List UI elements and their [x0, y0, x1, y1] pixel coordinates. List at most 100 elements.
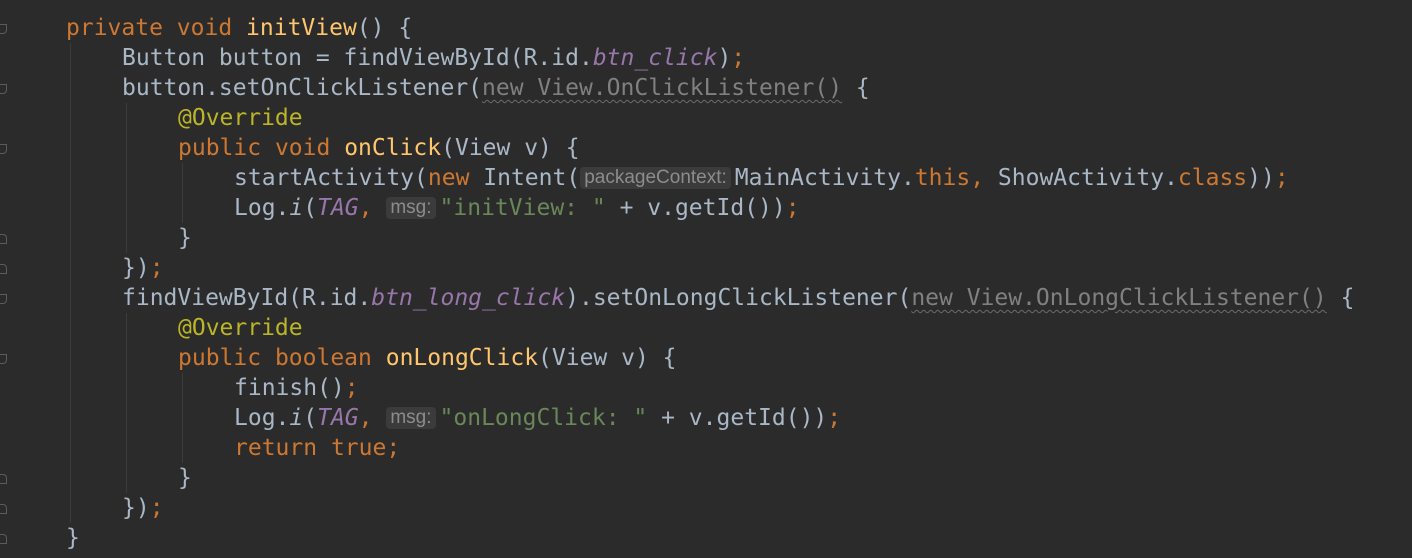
code-token: (: [303, 195, 318, 221]
code-line[interactable]: Button button = findViewById(R.id.btn_cl…: [122, 43, 745, 73]
code-token: @Override: [178, 105, 303, 131]
fold-close-icon[interactable]: [0, 504, 7, 514]
code-token: finish(): [234, 375, 345, 401]
indent-guide: [70, 43, 71, 523]
code-line[interactable]: button.setOnClickListener(new View.OnCli…: [122, 73, 870, 103]
code-token: Intent(: [483, 165, 581, 191]
code-line[interactable]: Log.i(TAG, msg: "onLongClick: " + v.getId…: [234, 403, 841, 433]
code-token: initView: [246, 15, 357, 41]
fold-open-icon[interactable]: [0, 294, 7, 304]
code-token: Log.: [234, 195, 290, 221]
code-token: new View.OnLongClickListener(): [911, 285, 1327, 311]
fold-gutter: [0, 0, 14, 558]
indent-guide: [182, 163, 183, 223]
indent-guide: [126, 103, 127, 253]
code-token: }): [122, 255, 150, 281]
code-token: ;: [731, 45, 746, 71]
fold-close-icon[interactable]: [0, 474, 7, 484]
parameter-hint: packageContext:: [580, 167, 731, 189]
code-token: button.setOnClickListener(: [122, 75, 483, 101]
code-token: btn_long_click: [371, 285, 566, 311]
code-token: (: [303, 405, 318, 431]
code-token: ;: [344, 375, 359, 401]
code-token: ;: [149, 255, 164, 281]
fold-open-icon[interactable]: [0, 354, 7, 364]
code-token: i: [289, 405, 304, 431]
code-token: boolean: [274, 345, 386, 371]
code-token: TAG: [317, 405, 359, 431]
code-token: ;: [386, 435, 401, 461]
code-token: (View v) {: [538, 345, 677, 371]
code-token: this: [914, 165, 971, 191]
code-token: ;: [785, 195, 800, 221]
code-token: onClick: [344, 135, 442, 161]
code-line[interactable]: });: [122, 493, 164, 523]
code-line[interactable]: finish();: [234, 373, 359, 403]
fold-open-icon[interactable]: [0, 144, 7, 154]
code-line[interactable]: private void initView() {: [66, 13, 412, 43]
code-token: }): [122, 495, 150, 521]
code-token: new View.OnClickListener(): [482, 75, 843, 101]
indent-guide: [126, 313, 127, 493]
code-line[interactable]: @Override: [178, 313, 303, 343]
code-line[interactable]: startActivity(new Intent(packageContext:…: [234, 163, 1289, 193]
code-token: ShowActivity.: [997, 165, 1178, 191]
code-token: Button button = findViewById(R.id.: [122, 45, 593, 71]
code-token: void: [176, 15, 247, 41]
code-token: }: [178, 225, 192, 251]
code-line[interactable]: });: [122, 253, 164, 283]
code-token: }: [178, 465, 192, 491]
code-token: ;: [149, 495, 164, 521]
code-line[interactable]: }: [66, 523, 80, 553]
code-token: {: [1326, 285, 1355, 311]
code-token: Log.: [234, 405, 290, 431]
fold-open-icon[interactable]: [0, 24, 7, 34]
code-line[interactable]: findViewById(R.id.btn_long_click).setOnL…: [122, 283, 1354, 313]
code-token: + v.getId()): [647, 405, 828, 431]
code-token: public: [178, 345, 275, 371]
code-token: ;: [827, 405, 842, 431]
code-token: ,: [970, 165, 998, 191]
code-token: private: [66, 15, 177, 41]
code-token: "initView: ": [439, 195, 606, 221]
code-line[interactable]: }: [178, 463, 192, 493]
code-line[interactable]: public void onClick(View v) {: [178, 133, 580, 163]
code-token: ).setOnLongClickListener(: [565, 285, 912, 311]
code-token: ;: [1274, 165, 1289, 191]
indent-guide: [182, 373, 183, 463]
code-token: TAG: [317, 195, 359, 221]
code-token: () {: [356, 15, 413, 41]
fold-close-icon[interactable]: [0, 264, 7, 274]
parameter-hint: msg:: [386, 407, 436, 429]
code-token: new: [427, 165, 484, 191]
code-line[interactable]: Log.i(TAG, msg: "initView: " + v.getId())…: [234, 193, 800, 223]
code-token: )): [1247, 165, 1275, 191]
code-line[interactable]: @Override: [178, 103, 303, 133]
code-token: ): [717, 45, 732, 71]
code-token: return: [234, 435, 331, 461]
code-token: i: [289, 195, 304, 221]
code-line[interactable]: public boolean onLongClick(View v) {: [178, 343, 677, 373]
code-token: {: [842, 75, 870, 101]
code-token: (View v) {: [441, 135, 580, 161]
code-token: startActivity(: [234, 165, 428, 191]
code-token: void: [274, 135, 345, 161]
code-token: public: [178, 135, 275, 161]
code-token: class: [1177, 165, 1248, 191]
code-token: @Override: [178, 315, 303, 341]
code-token: findViewById(R.id.: [122, 285, 372, 311]
code-editor[interactable]: private void initView() {Button button =…: [0, 0, 1412, 558]
code-line[interactable]: }: [178, 223, 192, 253]
fold-close-icon[interactable]: [0, 234, 7, 244]
code-token: ,: [358, 405, 387, 431]
code-token: ,: [358, 195, 387, 221]
code-token: MainActivity.: [734, 165, 915, 191]
code-token: onLongClick: [385, 345, 539, 371]
code-token: + v.getId()): [605, 195, 786, 221]
code-token: true: [330, 435, 387, 461]
code-line[interactable]: return true;: [234, 433, 400, 463]
code-token: }: [66, 525, 80, 551]
fold-open-icon[interactable]: [0, 84, 7, 94]
fold-close-icon[interactable]: [0, 534, 7, 544]
parameter-hint: msg:: [386, 197, 436, 219]
